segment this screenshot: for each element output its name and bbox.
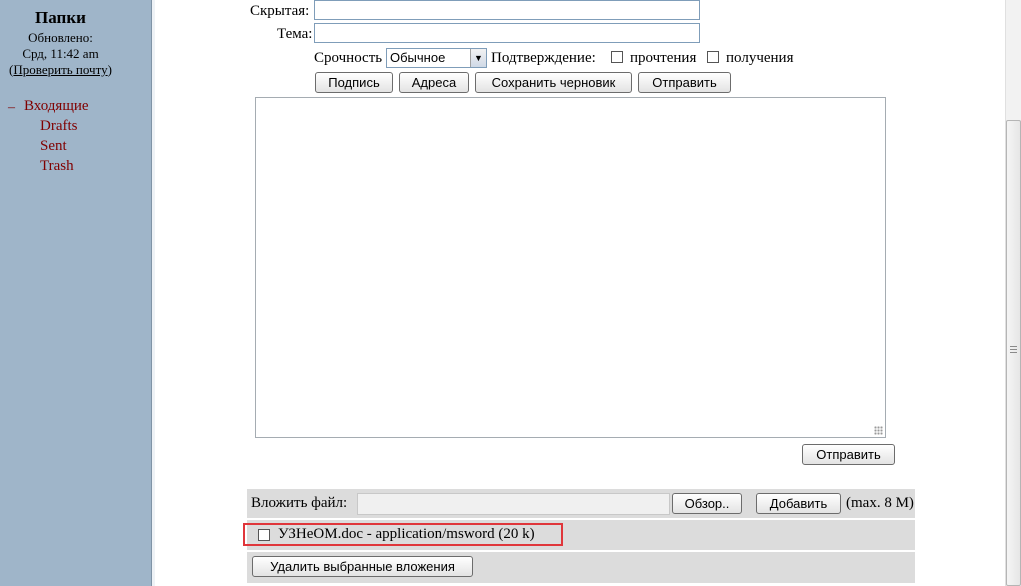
resize-grip-icon[interactable] bbox=[874, 426, 883, 435]
subject-label: Тема: bbox=[277, 26, 313, 42]
add-attachment-button[interactable]: Добавить bbox=[756, 493, 841, 514]
confirm-label: Подтверждение: bbox=[491, 50, 596, 66]
message-body[interactable] bbox=[255, 97, 886, 438]
delivery-receipt-checkbox[interactable] bbox=[707, 51, 719, 63]
frame-divider[interactable] bbox=[151, 0, 155, 586]
priority-value: Обычное bbox=[390, 50, 446, 65]
save-draft-button[interactable]: Сохранить черновик bbox=[475, 72, 632, 93]
sidebar-item-drafts[interactable]: Drafts bbox=[40, 118, 78, 135]
scrollbar-grip-icon bbox=[1010, 346, 1017, 355]
attachments-divider-2 bbox=[247, 550, 915, 552]
folders-sidebar: Папки Обновлено: Срд, 11:42 am (Проверит… bbox=[0, 0, 151, 586]
bcc-label: Скрытая: bbox=[250, 3, 310, 19]
signature-button[interactable]: Подпись bbox=[315, 72, 393, 93]
max-size-note: (max. 8 M) bbox=[846, 495, 914, 511]
delete-selected-attachments-button[interactable]: Удалить выбранные вложения bbox=[252, 556, 473, 577]
sidebar-title: Папки bbox=[35, 8, 86, 27]
send-button-bottom[interactable]: Отправить bbox=[802, 444, 895, 465]
priority-label: Срочность bbox=[314, 50, 383, 66]
check-mail: (Проверить почту) bbox=[0, 62, 121, 78]
updated-label: Обновлено: bbox=[28, 30, 93, 45]
send-button-top[interactable]: Отправить bbox=[638, 72, 731, 93]
read-receipt-label: прочтения bbox=[630, 50, 697, 66]
attachments-divider bbox=[247, 518, 915, 520]
sidebar-item-trash[interactable]: Trash bbox=[40, 158, 74, 175]
bcc-field[interactable] bbox=[314, 0, 700, 20]
sidebar-item-inbox[interactable]: Входящие bbox=[24, 98, 89, 115]
attachment-select-checkbox[interactable] bbox=[258, 529, 270, 541]
chevron-down-icon[interactable]: ▼ bbox=[470, 49, 486, 67]
attach-file-label: Вложить файл: bbox=[251, 495, 348, 511]
priority-select[interactable]: Обычное ▼ bbox=[386, 48, 487, 68]
attachment-file-name: УЗНеОМ.doc - application/msword (20 k) bbox=[278, 526, 535, 542]
updated-time: Срд, 11:42 am bbox=[22, 46, 99, 61]
check-mail-link[interactable]: Проверить почту bbox=[13, 62, 107, 77]
subject-field[interactable] bbox=[314, 23, 700, 43]
check-mail-close-paren: ) bbox=[107, 62, 112, 77]
attach-file-path-input[interactable] bbox=[357, 493, 670, 515]
collapse-folders-toggle[interactable]: – bbox=[8, 100, 15, 116]
sidebar-item-sent[interactable]: Sent bbox=[40, 138, 67, 155]
addresses-button[interactable]: Адреса bbox=[399, 72, 469, 93]
read-receipt-checkbox[interactable] bbox=[611, 51, 623, 63]
delivery-receipt-label: получения bbox=[726, 50, 794, 66]
browse-button[interactable]: Обзор.. bbox=[672, 493, 742, 514]
